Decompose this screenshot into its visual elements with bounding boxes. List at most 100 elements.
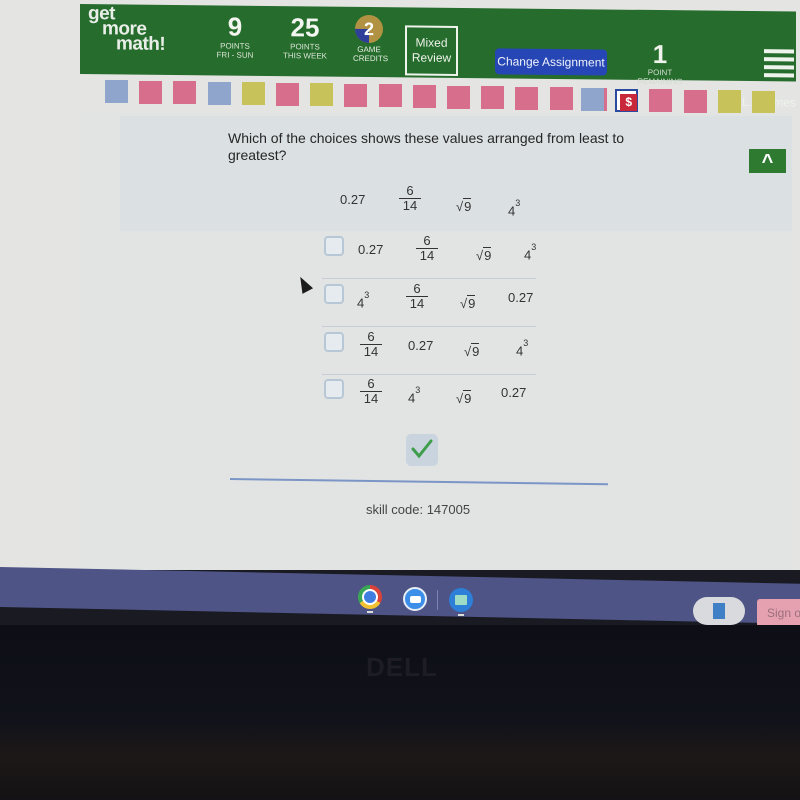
progress-square bbox=[173, 81, 197, 105]
power-exponent: 3 bbox=[364, 290, 370, 300]
progress-square bbox=[139, 80, 163, 104]
game-credits-sublabel: CREDITS bbox=[353, 53, 389, 64]
points-fri-sun: 9 POINTS FRI - SUN bbox=[215, 11, 255, 60]
points-fri-sun-sublabel: FRI - SUN bbox=[216, 50, 254, 60]
progress-square bbox=[649, 89, 673, 113]
points-this-week: 25 POINTS THIS WEEK bbox=[280, 12, 330, 61]
sqrt-radicand: 9 bbox=[463, 390, 472, 406]
progress-square bbox=[105, 80, 128, 103]
progress-square bbox=[241, 82, 265, 106]
files-icon[interactable] bbox=[449, 588, 473, 612]
fraction-denominator: 14 bbox=[363, 344, 379, 359]
points-fri-sun-value: 9 bbox=[227, 11, 243, 42]
fraction-numerator: 6 bbox=[367, 329, 375, 344]
collapse-up-button[interactable]: ^ bbox=[749, 149, 786, 173]
fraction-numerator: 6 bbox=[413, 281, 421, 296]
progress-square-current: $ bbox=[615, 88, 639, 112]
chrome-icon[interactable] bbox=[358, 585, 382, 609]
progress-square bbox=[549, 87, 573, 111]
choice-power: 43 bbox=[357, 290, 369, 310]
mixed-review-line-1: Mixed bbox=[415, 35, 448, 50]
choice-sqrt: √9 bbox=[476, 247, 492, 263]
choice-fraction: 6 14 bbox=[360, 377, 382, 406]
zoom-icon[interactable] bbox=[403, 587, 427, 611]
dollar-icon: $ bbox=[620, 93, 638, 111]
question-text: Which of the choices shows these values … bbox=[228, 130, 625, 163]
sqrt-radicand: 9 bbox=[467, 295, 476, 311]
sqrt-radicand: 9 bbox=[471, 343, 480, 359]
choice-decimal: 0.27 bbox=[508, 290, 534, 305]
progress-square bbox=[378, 84, 402, 108]
choice-power: 43 bbox=[408, 385, 420, 405]
change-assignment-button[interactable]: Change Assignment bbox=[495, 48, 607, 76]
choice-power: 43 bbox=[524, 242, 536, 262]
skill-code: skill code: 147005 bbox=[366, 502, 471, 517]
choice-checkbox[interactable] bbox=[324, 379, 344, 399]
power-exponent: 3 bbox=[515, 198, 521, 208]
choice-fraction: 6 14 bbox=[406, 282, 428, 311]
progress-square bbox=[481, 86, 505, 110]
sqrt-radicand: 9 bbox=[483, 247, 492, 263]
choice-checkbox[interactable] bbox=[324, 284, 344, 304]
power-exponent: 3 bbox=[531, 242, 537, 252]
game-credits[interactable]: 2 GAME CREDITS bbox=[353, 14, 389, 64]
choice-checkbox[interactable] bbox=[324, 332, 344, 352]
given-values: 0.27 6 14 √9 43 bbox=[340, 184, 540, 228]
logo-line-3: math! bbox=[116, 33, 166, 55]
get-more-math-logo[interactable]: get more math! bbox=[88, 3, 166, 55]
chrome-running-indicator bbox=[367, 611, 373, 613]
choice-decimal: 0.27 bbox=[501, 385, 527, 400]
progress-square bbox=[276, 82, 299, 106]
choice-checkbox[interactable] bbox=[324, 236, 344, 256]
points-fri-sun-label: POINTS bbox=[220, 41, 250, 51]
submit-button[interactable] bbox=[406, 434, 438, 466]
fraction-denominator: 14 bbox=[419, 248, 435, 263]
sign-out-button[interactable]: Sign out bbox=[757, 599, 800, 627]
choice-fraction: 6 14 bbox=[360, 330, 382, 359]
points-remaining-value: 1 bbox=[652, 38, 668, 70]
hamburger-menu-icon[interactable] bbox=[764, 49, 794, 81]
progress-square bbox=[717, 90, 741, 114]
choice-decimal: 0.27 bbox=[408, 338, 434, 353]
progress-square bbox=[683, 89, 707, 113]
fraction-numerator: 6 bbox=[423, 233, 431, 248]
power-exponent: 3 bbox=[415, 385, 421, 395]
fraction-numerator: 6 bbox=[367, 376, 375, 391]
header-bar: get more math! 9 POINTS FRI - SUN 25 POI… bbox=[80, 3, 796, 109]
taskbar bbox=[0, 567, 800, 624]
value-fraction: 6 14 bbox=[399, 184, 421, 213]
game-credits-coin-icon: 2 bbox=[355, 14, 383, 44]
choice-divider bbox=[322, 278, 536, 279]
progress-square bbox=[752, 91, 775, 114]
checkmark-icon bbox=[411, 439, 433, 459]
files-running-indicator bbox=[458, 614, 464, 616]
value-decimal: 0.27 bbox=[340, 192, 366, 207]
points-this-week-sublabel: THIS WEEK bbox=[282, 51, 327, 61]
chevron-up-icon: ^ bbox=[761, 151, 774, 173]
progress-square bbox=[412, 84, 436, 108]
sqrt-radicand: 9 bbox=[463, 198, 472, 214]
choice-sqrt: √9 bbox=[460, 295, 476, 311]
choice-sqrt: √9 bbox=[456, 390, 472, 406]
mixed-review-line-2: Review bbox=[411, 50, 452, 65]
progress-square bbox=[447, 85, 470, 109]
taskbar-separator bbox=[437, 590, 438, 610]
choice-divider bbox=[322, 326, 536, 327]
dell-logo: DELL bbox=[366, 652, 438, 682]
progress-square bbox=[515, 86, 539, 110]
fraction-denominator: 14 bbox=[409, 296, 425, 311]
fraction-denominator: 14 bbox=[363, 391, 379, 406]
choice-decimal: 0.27 bbox=[358, 242, 384, 257]
system-tray[interactable] bbox=[693, 597, 745, 625]
choice-divider bbox=[322, 374, 536, 375]
game-credits-label: GAME bbox=[357, 44, 381, 55]
mixed-review-button[interactable]: Mixed Review bbox=[405, 25, 458, 76]
value-sqrt: √9 bbox=[456, 198, 472, 214]
progress-square bbox=[207, 81, 231, 105]
game-credits-value: 2 bbox=[363, 18, 374, 40]
progress-squares: $ bbox=[105, 80, 775, 114]
progress-square bbox=[344, 83, 368, 107]
progress-square bbox=[310, 83, 334, 107]
fraction-numerator: 6 bbox=[406, 183, 414, 198]
choice-sqrt: √9 bbox=[464, 343, 480, 359]
